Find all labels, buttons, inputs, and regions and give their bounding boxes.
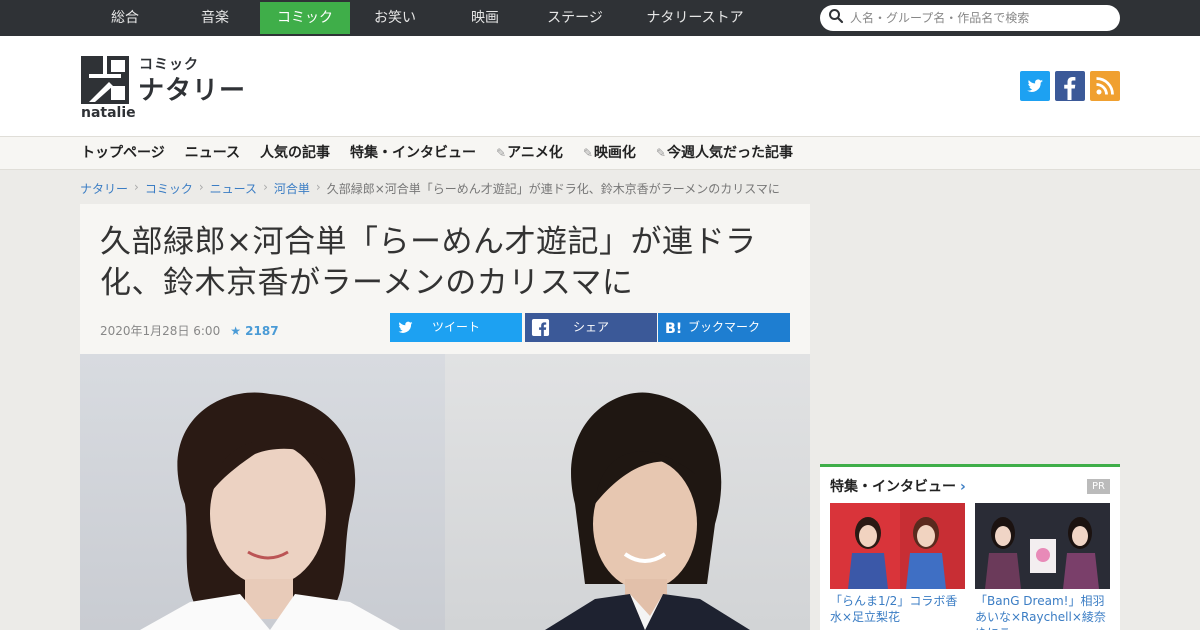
feature-thumbnail [830, 503, 965, 589]
top-nav: 総合 音楽 コミック お笑い 映画 ステージ ナタリーストア [80, 2, 770, 34]
sub-nav: トップページ ニュース 人気の記事 特集・インタビュー ✎アニメ化 ✎映画化 ✎… [0, 136, 1200, 170]
logo-mark-icon [81, 56, 129, 104]
facebook-icon [1064, 77, 1076, 100]
pencil-icon: ✎ [496, 146, 507, 160]
sub-nav-item-feature[interactable]: 特集・インタビュー [350, 137, 476, 170]
twitter-icon [398, 321, 413, 333]
sidebar-title[interactable]: 特集・インタビュー › [830, 476, 966, 496]
article-title: 久部緑郎×河合単「らーめん才遊記」が連ドラ化、鈴木京香がラーメンのカリスマに [100, 224, 757, 301]
star-count[interactable]: ★ 2187 [230, 324, 278, 338]
top-bar: 総合 音楽 コミック お笑い 映画 ステージ ナタリーストア [0, 0, 1200, 36]
article-header: 久部緑郎×河合単「らーめん才遊記」が連ドラ化、鈴木京香がラーメンのカリスマに 2… [80, 204, 810, 354]
top-nav-item-eiga[interactable]: 映画 [440, 2, 530, 34]
feature-caption[interactable]: 「らんま1/2」コラボ香水×足立梨花 [830, 593, 965, 625]
article-photo-left [80, 354, 445, 630]
feature-thumbnail [975, 503, 1110, 589]
sub-nav-item-movie[interactable]: ✎映画化 [583, 137, 636, 170]
breadcrumb-link-artist[interactable]: 河合単 [274, 180, 310, 197]
breadcrumb-link-natalie[interactable]: ナタリー [80, 180, 128, 197]
chevron-right-icon: › [960, 479, 966, 495]
sub-nav-item-top[interactable]: トップページ [81, 137, 165, 170]
feature-card[interactable]: 「らんま1/2」コラボ香水×足立梨花 [830, 503, 965, 625]
breadcrumb-link-comic[interactable]: コミック [145, 180, 193, 197]
logo-main-text: ナタリー [138, 76, 247, 106]
star-icon: ★ [230, 323, 241, 338]
search-input[interactable] [850, 11, 1110, 25]
feature-card[interactable]: 「BanG Dream!」相羽あいな×Raychell×綾奈ゆにこ [975, 503, 1110, 630]
sub-nav-item-anime[interactable]: ✎アニメ化 [496, 137, 563, 170]
site-header: コミック ナタリー natalie [0, 36, 1200, 136]
hatena-bookmark-icon: B! [665, 321, 682, 337]
chevron-right-icon: › [198, 180, 204, 194]
top-nav-item-store[interactable]: ナタリーストア [620, 2, 770, 34]
article-meta: 2020年1月28日 6:00 ★ 2187 [100, 322, 279, 339]
top-nav-item-sogo[interactable]: 総合 [80, 2, 170, 34]
article-date: 2020年1月28日 6:00 [100, 324, 221, 338]
top-nav-item-owarai[interactable]: お笑い [350, 2, 440, 34]
sub-nav-item-weekly[interactable]: ✎今週人気だった記事 [656, 137, 793, 170]
sub-nav-item-news[interactable]: ニュース [185, 137, 240, 170]
top-nav-item-stage[interactable]: ステージ [530, 2, 620, 34]
top-nav-item-comic[interactable]: コミック [260, 2, 350, 34]
facebook-icon [531, 318, 550, 337]
rss-link[interactable] [1090, 71, 1120, 101]
sub-nav-item-popular[interactable]: 人気の記事 [260, 137, 330, 170]
chevron-right-icon: › [263, 180, 268, 194]
twitter-icon [1027, 79, 1043, 92]
logo-en-text: natalie [81, 105, 136, 121]
breadcrumb: ナタリー › コミック › ニュース › 河合単 › 久部緑郎×河合単「らーめん… [80, 180, 780, 197]
article-photo-right [445, 354, 810, 630]
twitter-link[interactable] [1020, 71, 1050, 101]
top-nav-item-music[interactable]: 音楽 [170, 2, 260, 34]
tweet-button[interactable]: ツイート [390, 313, 522, 342]
search-icon[interactable] [828, 8, 844, 28]
pencil-icon: ✎ [582, 146, 593, 160]
rss-icon [1096, 77, 1114, 95]
pr-badge: PR [1087, 479, 1110, 494]
search-box [820, 5, 1120, 31]
breadcrumb-link-news[interactable]: ニュース [210, 180, 257, 197]
bookmark-button[interactable]: B! ブックマーク [658, 313, 790, 342]
share-button[interactable]: シェア [525, 313, 657, 342]
sidebar-feature-box: 特集・インタビュー › PR 「らんま1/2」コラボ香水×足立梨花 「BanG … [820, 464, 1120, 630]
pencil-icon: ✎ [655, 146, 666, 160]
chevron-right-icon: › [315, 180, 321, 194]
feature-caption[interactable]: 「BanG Dream!」相羽あいな×Raychell×綾奈ゆにこ [975, 593, 1110, 630]
svg-text:B!: B! [665, 321, 682, 337]
facebook-link[interactable] [1055, 71, 1085, 101]
breadcrumb-current: 久部緑郎×河合単「らーめん才遊記」が連ドラ化、鈴木京香がラーメンのカリスマに [326, 182, 780, 196]
chevron-right-icon: › [134, 180, 139, 194]
site-logo[interactable]: コミック ナタリー natalie [81, 54, 251, 122]
